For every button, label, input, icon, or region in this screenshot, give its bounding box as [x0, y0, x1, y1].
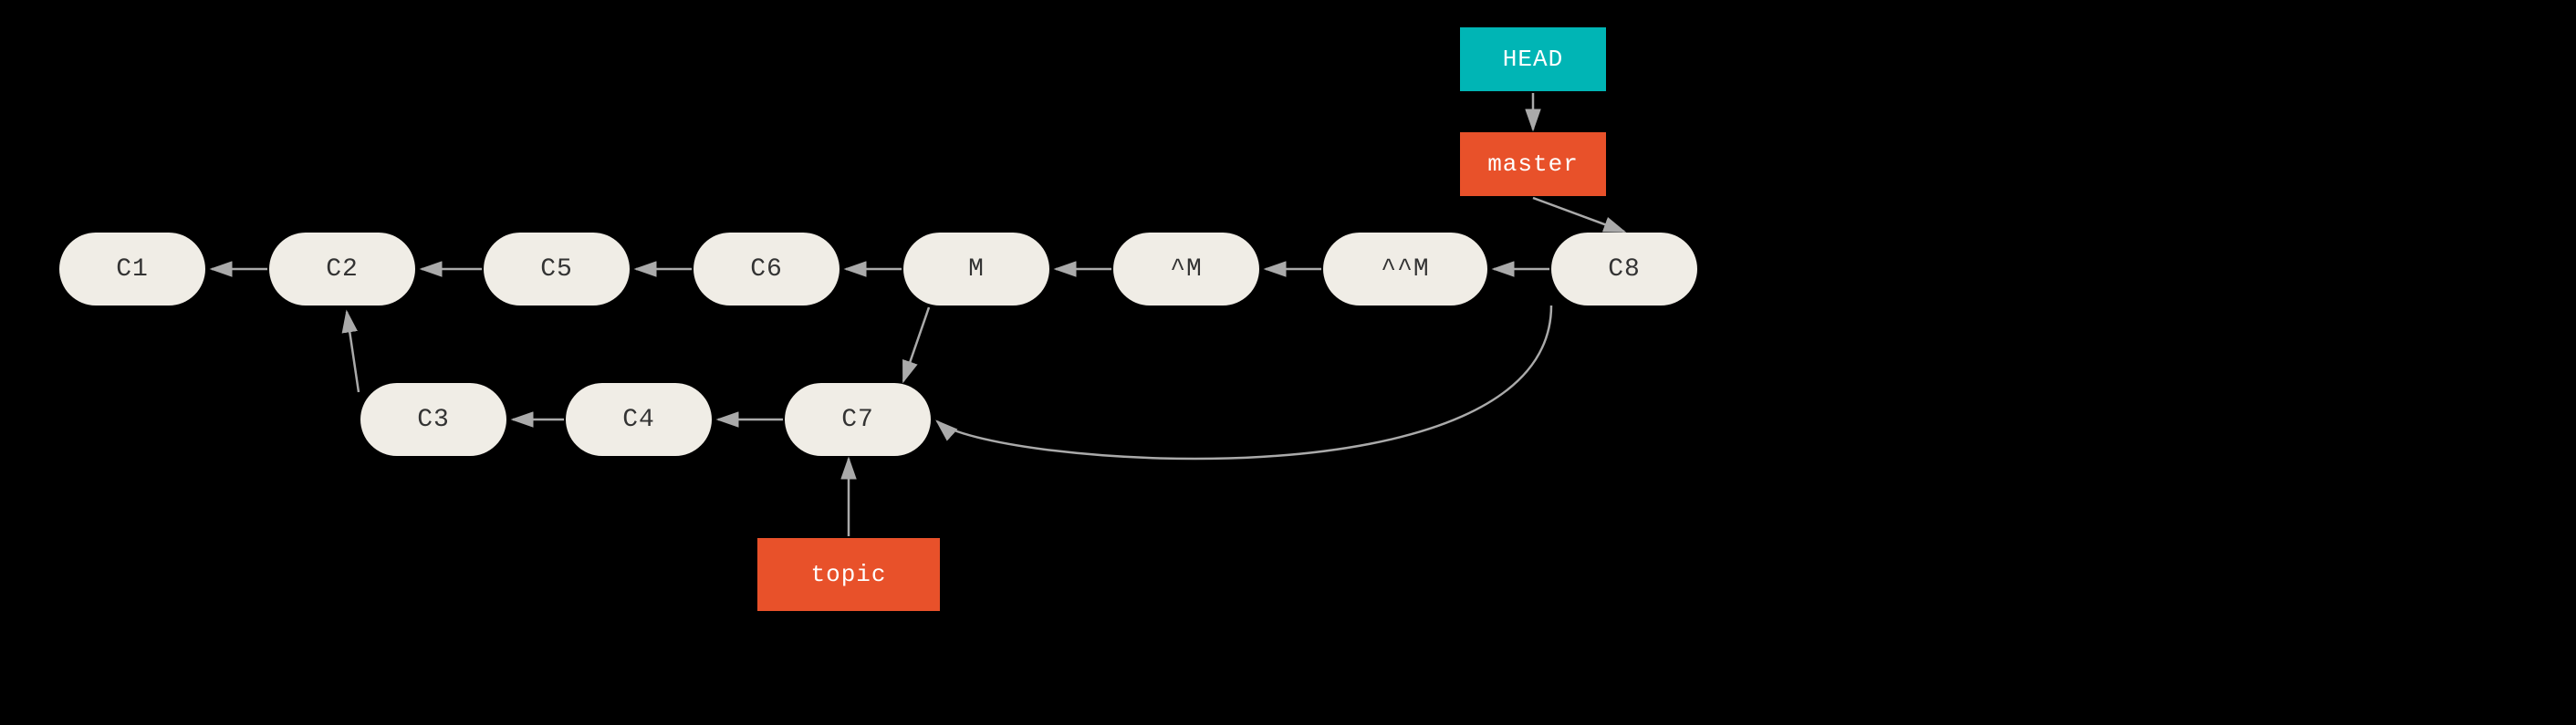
diagram-container: C1 C2 C5 C6 M ^M ^^M C8 C3 C4 C7 HEAD ma… — [0, 0, 2576, 725]
node-c2: C2 — [269, 233, 415, 306]
node-c5: C5 — [484, 233, 630, 306]
node-c7: C7 — [785, 383, 931, 456]
node-m: M — [903, 233, 1049, 306]
node-c6: C6 — [694, 233, 840, 306]
label-head: HEAD — [1460, 27, 1606, 91]
arrows-svg — [0, 0, 2576, 725]
node-ccm: ^^M — [1323, 233, 1487, 306]
node-c3: C3 — [360, 383, 506, 456]
label-master: master — [1460, 132, 1606, 196]
node-c1: C1 — [59, 233, 205, 306]
label-topic: topic — [757, 538, 940, 611]
node-c4: C4 — [566, 383, 712, 456]
node-c8: C8 — [1551, 233, 1697, 306]
node-cm: ^M — [1113, 233, 1259, 306]
